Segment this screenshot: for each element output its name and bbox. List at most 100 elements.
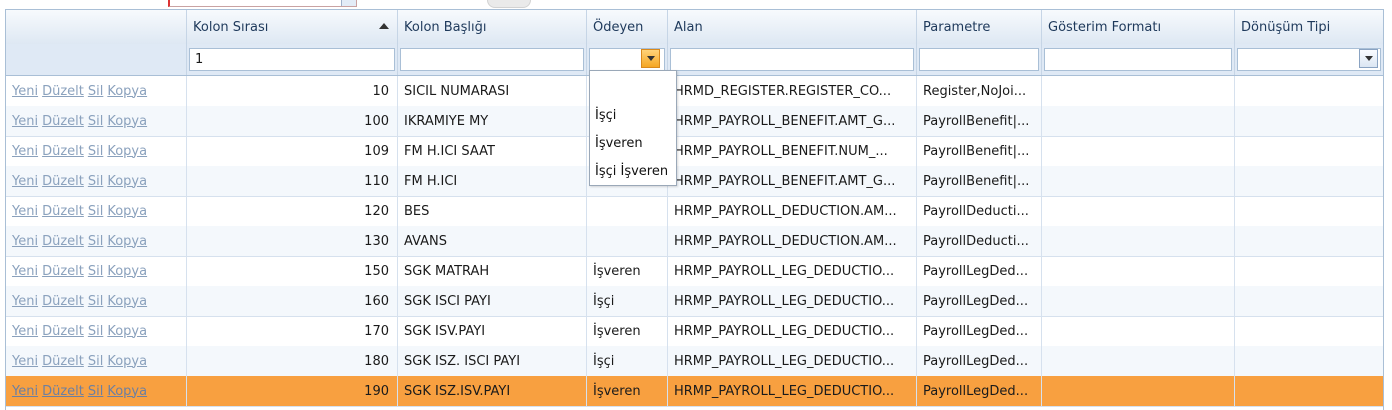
- header-label: Kolon Sırası: [193, 19, 269, 35]
- edit-link[interactable]: Düzelt: [42, 324, 84, 339]
- delete-link[interactable]: Sil: [88, 354, 103, 369]
- table-row[interactable]: Yeni Düzelt Sil Kopya 130 AVANS HRMP_PAYROLL_D…: [6, 226, 1383, 257]
- filter-kolon-sirasi-input[interactable]: 1: [189, 48, 395, 71]
- edit-link[interactable]: Düzelt: [42, 204, 84, 219]
- cell-donusum-tipi: [1235, 346, 1383, 376]
- filter-gosterim-formati-input[interactable]: [1044, 48, 1232, 71]
- filter-alan-input[interactable]: [670, 48, 914, 71]
- delete-link[interactable]: Sil: [88, 84, 103, 99]
- table-row[interactable]: Yeni Düzelt Sil Kopya 10 SICIL NUMARASI HRMD_R…: [6, 76, 1383, 107]
- row-actions: Yeni Düzelt Sil Kopya: [6, 346, 187, 376]
- cell-parametre: PayrollDeducti...: [917, 226, 1042, 256]
- new-link[interactable]: Yeni: [12, 84, 38, 99]
- new-link[interactable]: Yeni: [12, 204, 38, 219]
- filter-parametre-input[interactable]: [919, 48, 1039, 71]
- table-row[interactable]: Yeni Düzelt Sil Kopya 180 SGK ISZ. ISCI PAYI İ…: [6, 346, 1383, 377]
- delete-link[interactable]: Sil: [88, 234, 103, 249]
- header-donusum-tipi[interactable]: Dönüşüm Tipi: [1235, 10, 1383, 44]
- delete-link[interactable]: Sil: [88, 204, 103, 219]
- cell-kolon-sirasi: 120: [187, 196, 398, 226]
- row-actions: Yeni Düzelt Sil Kopya: [6, 376, 187, 406]
- odeyen-dropdown-button[interactable]: [641, 49, 660, 68]
- top-toggle-switch[interactable]: [487, 0, 531, 8]
- table-row[interactable]: Yeni Düzelt Sil Kopya 100 IKRAMIYE MY HRMP_PAY…: [6, 106, 1383, 137]
- top-filter-button[interactable]: [341, 0, 356, 6]
- header-kolon-sirasi[interactable]: Kolon Sırası: [187, 10, 398, 44]
- cell-kolon-sirasi: 109: [187, 136, 398, 166]
- delete-link[interactable]: Sil: [88, 174, 103, 189]
- copy-link[interactable]: Kopya: [107, 84, 147, 99]
- row-actions: Yeni Düzelt Sil Kopya: [6, 106, 187, 136]
- new-link[interactable]: Yeni: [12, 264, 38, 279]
- cell-kolon-sirasi: 10: [187, 76, 398, 106]
- cell-donusum-tipi: [1235, 226, 1383, 256]
- new-link[interactable]: Yeni: [12, 354, 38, 369]
- edit-link[interactable]: Düzelt: [42, 144, 84, 159]
- table-row[interactable]: Yeni Düzelt Sil Kopya 120 BES HRMP_PAYROLL_DED…: [6, 196, 1383, 227]
- cell-odeyen: [587, 226, 668, 256]
- new-link[interactable]: Yeni: [12, 234, 38, 249]
- header-kolon-basligi[interactable]: Kolon Başlığı: [398, 10, 587, 44]
- cell-gosterim-formati: [1042, 106, 1235, 136]
- edit-link[interactable]: Düzelt: [42, 354, 84, 369]
- copy-link[interactable]: Kopya: [107, 384, 147, 399]
- cell-gosterim-formati: [1042, 196, 1235, 226]
- header-odeyen[interactable]: Ödeyen: [587, 10, 668, 44]
- delete-link[interactable]: Sil: [88, 264, 103, 279]
- delete-link[interactable]: Sil: [88, 114, 103, 129]
- table-row[interactable]: Yeni Düzelt Sil Kopya 160 SGK ISCI PAYI İşçi HR…: [6, 286, 1383, 317]
- delete-link[interactable]: Sil: [88, 294, 103, 309]
- table-row[interactable]: Yeni Düzelt Sil Kopya 109 FM H.ICI SAAT HRMP_P…: [6, 136, 1383, 167]
- dropdown-option[interactable]: İşçi İşveren: [595, 161, 668, 183]
- dropdown-option[interactable]: İşveren: [595, 133, 643, 155]
- new-link[interactable]: Yeni: [12, 384, 38, 399]
- donusum-tipi-dropdown-button[interactable]: [1359, 49, 1378, 68]
- filter-kolon-basligi-input[interactable]: [400, 48, 584, 71]
- copy-link[interactable]: Kopya: [107, 294, 147, 309]
- table-row[interactable]: Yeni Düzelt Sil Kopya 110 FM H.ICI HRMP_PAYROL…: [6, 166, 1383, 197]
- delete-link[interactable]: Sil: [88, 384, 103, 399]
- sort-ascending-icon: [379, 23, 389, 29]
- cell-parametre: PayrollBenefit|...: [917, 136, 1042, 166]
- cell-alan: HRMD_REGISTER.REGISTER_CO...: [668, 76, 917, 106]
- copy-link[interactable]: Kopya: [107, 204, 147, 219]
- cell-kolon-sirasi: 110: [187, 166, 398, 196]
- cell-kolon-basligi: SGK ISCI PAYI: [398, 286, 587, 316]
- edit-link[interactable]: Düzelt: [42, 294, 84, 309]
- new-link[interactable]: Yeni: [12, 174, 38, 189]
- edit-link[interactable]: Düzelt: [42, 114, 84, 129]
- table-row[interactable]: Yeni Düzelt Sil Kopya 170 SGK ISV.PAYI İşveren…: [6, 316, 1383, 347]
- copy-link[interactable]: Kopya: [107, 174, 147, 189]
- edit-link[interactable]: Düzelt: [42, 384, 84, 399]
- row-actions: Yeni Düzelt Sil Kopya: [6, 76, 187, 106]
- copy-link[interactable]: Kopya: [107, 264, 147, 279]
- copy-link[interactable]: Kopya: [107, 324, 147, 339]
- edit-link[interactable]: Düzelt: [42, 174, 84, 189]
- copy-link[interactable]: Kopya: [107, 354, 147, 369]
- top-filter-field[interactable]: [168, 0, 357, 7]
- delete-link[interactable]: Sil: [88, 144, 103, 159]
- delete-link[interactable]: Sil: [88, 324, 103, 339]
- table-row[interactable]: Yeni Düzelt Sil Kopya 190 SGK ISZ.ISV.PAYI İşv…: [6, 376, 1383, 407]
- new-link[interactable]: Yeni: [12, 294, 38, 309]
- copy-link[interactable]: Kopya: [107, 144, 147, 159]
- new-link[interactable]: Yeni: [12, 324, 38, 339]
- new-link[interactable]: Yeni: [12, 144, 38, 159]
- edit-link[interactable]: Düzelt: [42, 234, 84, 249]
- cell-parametre: PayrollBenefit|...: [917, 166, 1042, 196]
- copy-link[interactable]: Kopya: [107, 234, 147, 249]
- dropdown-option[interactable]: İşçi: [595, 105, 616, 127]
- new-link[interactable]: Yeni: [12, 114, 38, 129]
- header-label: Parametre: [923, 19, 991, 35]
- cell-gosterim-formati: [1042, 136, 1235, 166]
- filter-gosterim-formati-cell: [1042, 44, 1235, 75]
- edit-link[interactable]: Düzelt: [42, 264, 84, 279]
- header-gosterim-formati[interactable]: Gösterim Formatı: [1042, 10, 1235, 44]
- row-actions: Yeni Düzelt Sil Kopya: [6, 226, 187, 256]
- edit-link[interactable]: Düzelt: [42, 84, 84, 99]
- copy-link[interactable]: Kopya: [107, 114, 147, 129]
- header-parametre[interactable]: Parametre: [917, 10, 1042, 44]
- header-label: Kolon Başlığı: [404, 19, 487, 35]
- header-alan[interactable]: Alan: [668, 10, 917, 44]
- table-row[interactable]: Yeni Düzelt Sil Kopya 150 SGK MATRAH İşveren HR…: [6, 256, 1383, 287]
